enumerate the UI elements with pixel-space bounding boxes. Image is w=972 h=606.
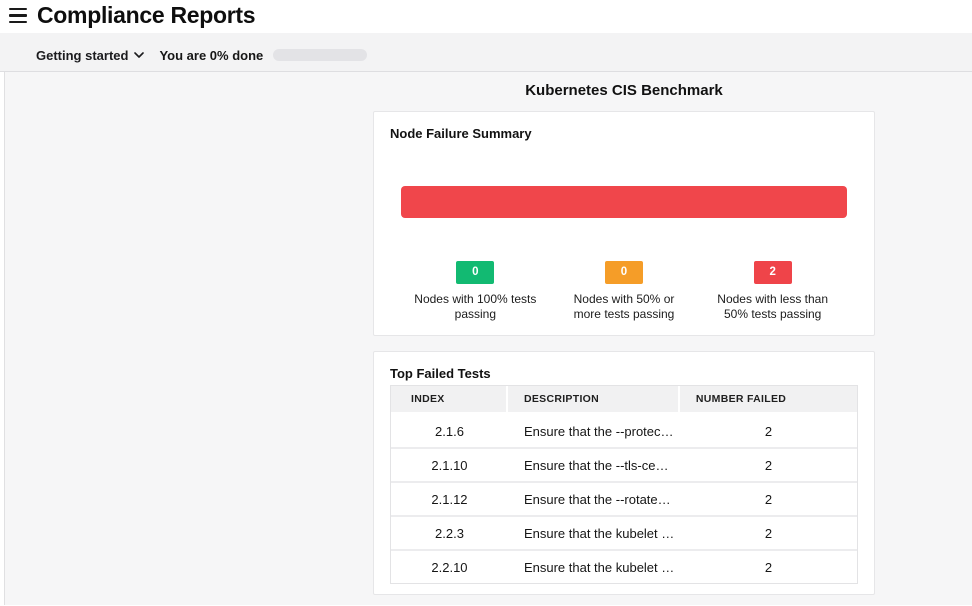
cell-description: Ensure that the kubelet … <box>508 515 680 549</box>
stat-badge-green: 0 <box>456 261 494 284</box>
table-row: 2.2.10 Ensure that the kubelet … 2 <box>391 549 857 583</box>
table-row: 2.1.6 Ensure that the --protec… 2 <box>391 415 857 447</box>
cell-index: 2.2.10 <box>391 549 508 583</box>
report-title: Kubernetes CIS Benchmark <box>373 72 875 99</box>
column-header-index: INDEX <box>391 386 508 415</box>
table-header-row: INDEX DESCRIPTION NUMBER FAILED <box>391 386 857 415</box>
cell-description: Ensure that the --tls-ce… <box>508 447 680 481</box>
getting-started-label: Getting started <box>36 48 128 63</box>
report-column: Kubernetes CIS Benchmark Node Failure Su… <box>373 72 875 595</box>
cell-index: 2.1.10 <box>391 447 508 481</box>
cell-number-failed: 2 <box>680 515 857 549</box>
stat-badge-orange: 0 <box>605 261 643 284</box>
stat-label: Nodes with 50% or more tests passing <box>568 292 680 322</box>
menu-icon[interactable] <box>9 8 27 23</box>
table-row: 2.1.10 Ensure that the --tls-ce… 2 <box>391 447 857 481</box>
top-failed-tests-title: Top Failed Tests <box>390 366 858 382</box>
main-content: Kubernetes CIS Benchmark Node Failure Su… <box>4 72 972 605</box>
progress-text: You are 0% done <box>159 48 263 63</box>
getting-started-dropdown[interactable]: Getting started <box>36 48 144 63</box>
cell-description: Ensure that the --rotate… <box>508 481 680 515</box>
top-failed-tests-card: Top Failed Tests INDEX DESCRIPTION NUMBE… <box>373 351 875 595</box>
table-row: 2.2.3 Ensure that the kubelet … 2 <box>391 515 857 549</box>
failing-nodes-bar <box>401 186 847 218</box>
app-header: Compliance Reports <box>0 0 972 33</box>
cell-description: Ensure that the --protec… <box>508 415 680 447</box>
column-header-description: DESCRIPTION <box>508 386 680 415</box>
page-title: Compliance Reports <box>37 2 255 29</box>
cell-number-failed: 2 <box>680 415 857 447</box>
stat-label: Nodes with less than 50% tests passing <box>713 292 833 322</box>
column-header-number-failed: NUMBER FAILED <box>680 386 857 415</box>
node-failure-summary-title: Node Failure Summary <box>390 126 858 142</box>
stat-badge-red: 2 <box>754 261 792 284</box>
stat-nodes-50-passing: 0 Nodes with 50% or more tests passing <box>550 261 699 322</box>
node-failure-chart <box>401 186 847 218</box>
top-failed-tests-table: INDEX DESCRIPTION NUMBER FAILED 2.1.6 En… <box>390 385 858 584</box>
cell-index: 2.1.12 <box>391 481 508 515</box>
chevron-down-icon <box>134 52 144 58</box>
cell-index: 2.2.3 <box>391 515 508 549</box>
cell-number-failed: 2 <box>680 447 857 481</box>
stat-nodes-less-50-passing: 2 Nodes with less than 50% tests passing <box>698 261 847 322</box>
table-row: 2.1.12 Ensure that the --rotate… 2 <box>391 481 857 515</box>
cell-number-failed: 2 <box>680 549 857 583</box>
getting-started-bar: Getting started You are 0% done <box>0 33 972 72</box>
cell-description: Ensure that the kubelet … <box>508 549 680 583</box>
progress-bar <box>273 49 367 61</box>
cell-number-failed: 2 <box>680 481 857 515</box>
cell-index: 2.1.6 <box>391 415 508 447</box>
stat-nodes-100-passing: 0 Nodes with 100% tests passing <box>401 261 550 322</box>
stat-label: Nodes with 100% tests passing <box>411 292 539 322</box>
node-failure-summary-card: Node Failure Summary 0 Nodes with 100% t… <box>373 111 875 336</box>
node-stats-row: 0 Nodes with 100% tests passing 0 Nodes … <box>401 261 847 322</box>
